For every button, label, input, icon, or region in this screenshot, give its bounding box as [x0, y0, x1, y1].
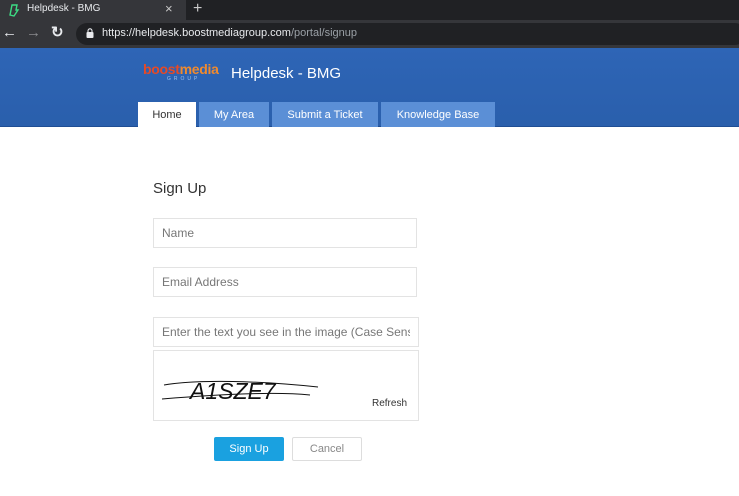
- tab-submit-ticket[interactable]: Submit a Ticket: [272, 102, 378, 127]
- url-host: https://helpdesk.boostmediagroup.com: [102, 27, 291, 39]
- site-favicon-icon: [9, 4, 20, 17]
- captcha-box: A1SZE7 Refresh: [153, 350, 419, 421]
- captcha-image: A1SZE7: [161, 378, 319, 404]
- address-bar[interactable]: https://helpdesk.boostmediagroup.com/por…: [76, 23, 739, 45]
- logo-suffix: media: [179, 61, 219, 77]
- browser-toolbar: ← → ↻ https://helpdesk.boostmediagroup.c…: [0, 20, 739, 48]
- tab-title: Helpdesk - BMG: [27, 3, 101, 14]
- sign-up-button[interactable]: Sign Up: [214, 437, 284, 461]
- new-tab-icon[interactable]: +: [193, 0, 202, 19]
- tab-close-icon[interactable]: ×: [165, 1, 173, 17]
- browser-tab[interactable]: Helpdesk - BMG ×: [0, 0, 186, 20]
- tab-home[interactable]: Home: [138, 102, 196, 128]
- site-header: boostmedia GROUP Helpdesk - BMG Home My …: [0, 48, 739, 128]
- reload-icon[interactable]: ↻: [51, 24, 64, 41]
- tab-knowledge-base[interactable]: Knowledge Base: [381, 102, 495, 127]
- forward-arrow-icon[interactable]: →: [26, 25, 41, 41]
- email-field[interactable]: [153, 267, 417, 297]
- browser-tabstrip: Helpdesk - BMG × +: [0, 0, 739, 20]
- name-field[interactable]: [153, 218, 417, 248]
- brand-logo[interactable]: boostmedia GROUP: [143, 61, 219, 85]
- logo-prefix: boost: [143, 61, 180, 77]
- tab-my-area[interactable]: My Area: [199, 102, 269, 127]
- cancel-button[interactable]: Cancel: [292, 437, 362, 461]
- logo-subtitle: GROUP: [167, 76, 201, 82]
- logo-wordmark: boostmedia: [143, 61, 219, 77]
- captcha-input[interactable]: [153, 317, 419, 347]
- url-path: /portal/signup: [290, 27, 357, 39]
- captcha-text: A1SZE7: [188, 378, 277, 404]
- back-arrow-icon[interactable]: ←: [2, 25, 17, 41]
- page-title: Sign Up: [153, 180, 207, 197]
- refresh-captcha-link[interactable]: Refresh: [372, 398, 407, 409]
- lock-icon: [86, 28, 94, 38]
- site-title: Helpdesk - BMG: [231, 65, 342, 82]
- url-text: https://helpdesk.boostmediagroup.com/por…: [102, 27, 357, 39]
